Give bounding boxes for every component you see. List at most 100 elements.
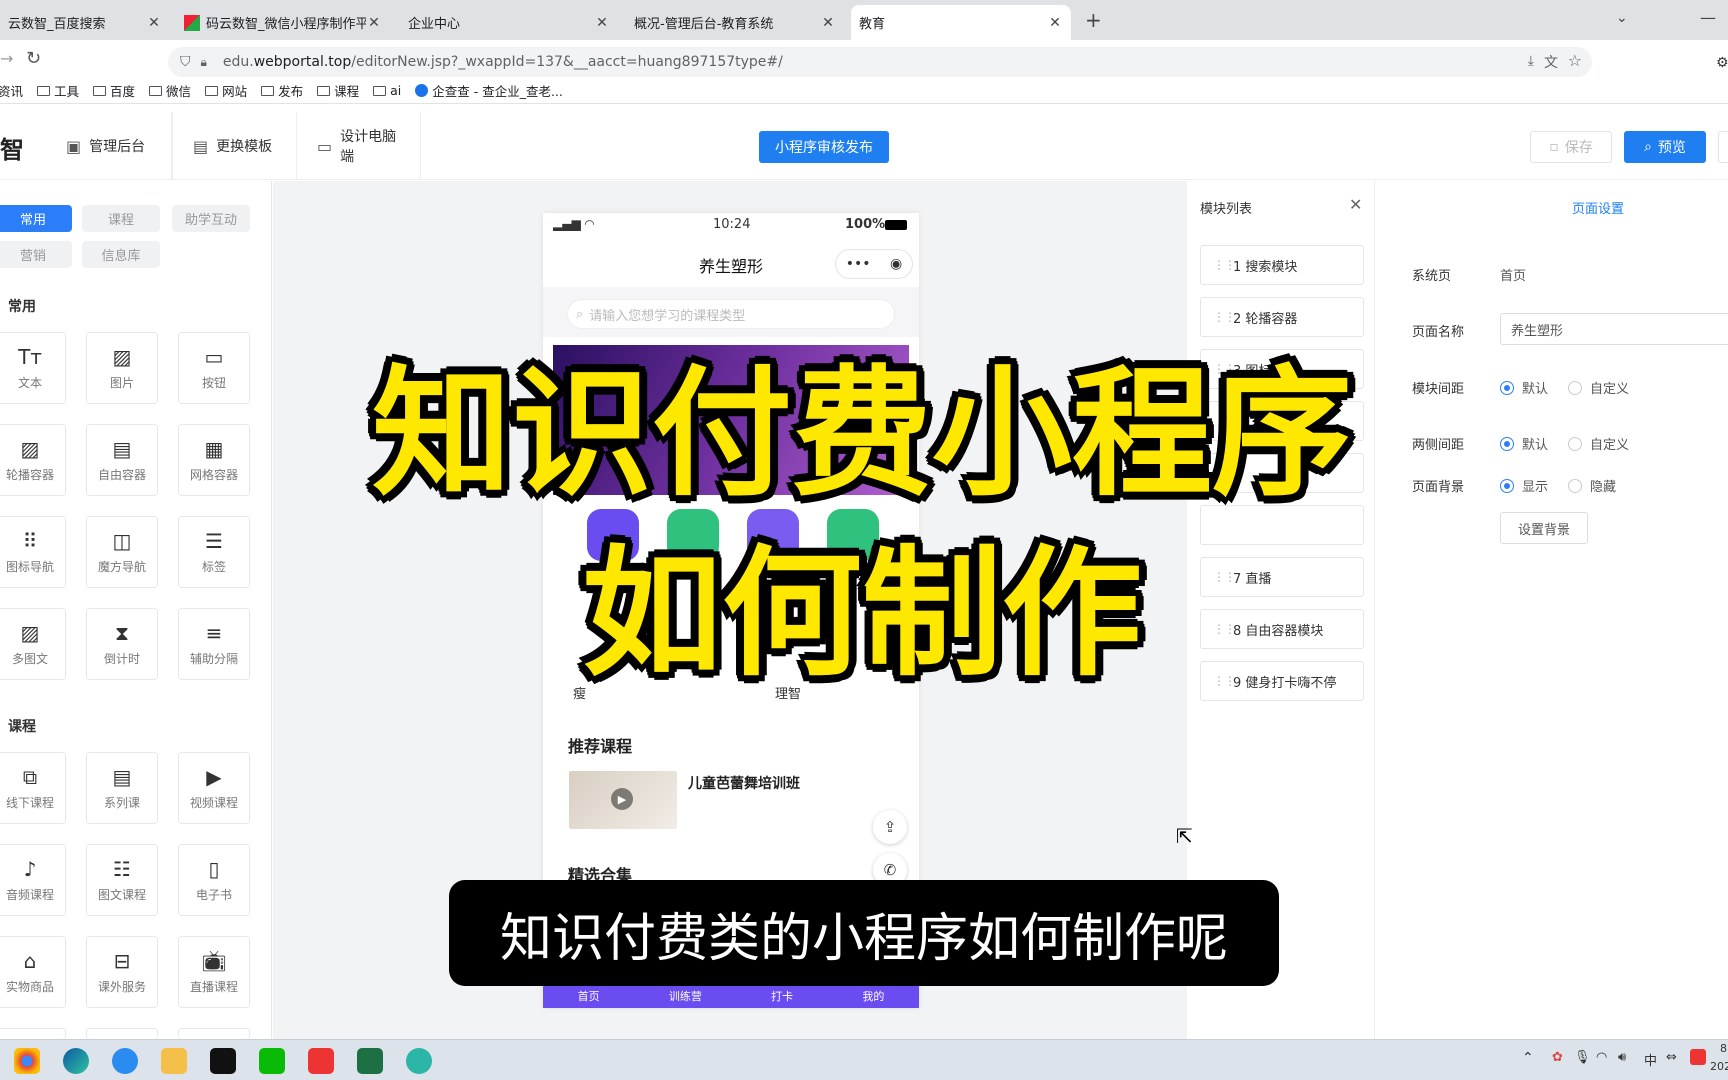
bookmark-folder[interactable]: 课程	[317, 81, 359, 100]
close-tab-icon[interactable]: ✕	[146, 15, 162, 31]
bottom-nav-checkin[interactable]: 打卡	[771, 988, 793, 1004]
minimize-icon[interactable]: —	[1700, 8, 1716, 27]
side-gap-default-radio[interactable]: 默认	[1500, 434, 1548, 453]
comp-grid-container[interactable]: ▦ 网格容器	[178, 424, 250, 496]
tab-interaction[interactable]: 助学互动	[172, 205, 250, 232]
bookmark-folder[interactable]: 微信	[149, 81, 191, 100]
set-background-button[interactable]: 设置背景	[1500, 512, 1588, 544]
video-editor-icon[interactable]	[308, 1048, 334, 1074]
tray-flower-icon[interactable]: ✿	[1552, 1050, 1563, 1065]
comp-cube-nav[interactable]: ◫ 魔方导航	[86, 516, 158, 588]
extension-icon[interactable]: ⚙	[1716, 55, 1728, 71]
tab-list-chevron-icon[interactable]: ⌄	[1616, 10, 1628, 26]
course-name[interactable]: 儿童芭蕾舞培训班	[688, 773, 800, 793]
comp-ebook[interactable]: ▯ 电子书	[178, 844, 250, 916]
forward-icon[interactable]: →	[0, 49, 13, 68]
save-button[interactable]: ▫ 保存	[1530, 131, 1612, 163]
tab-course[interactable]: 课程	[82, 205, 160, 232]
translate-icon[interactable]: 文	[1544, 52, 1558, 72]
comp-physical-goods[interactable]: ⌂ 实物商品	[0, 936, 66, 1008]
bookmark-item[interactable]: 资讯	[0, 81, 23, 100]
reload-icon[interactable]: ↻	[26, 48, 41, 69]
comp-multi-article[interactable]: ▨ 多图文	[0, 608, 66, 680]
module-item[interactable]: ⋮⋮ 1 搜索模块	[1200, 245, 1364, 285]
tray-chevron-icon[interactable]: ⌃	[1522, 1050, 1534, 1066]
sogou-tray-icon[interactable]	[1690, 1049, 1706, 1065]
comp-carousel[interactable]: ▨ 轮播容器	[0, 424, 66, 496]
comp-audio-course[interactable]: ♪ 音频课程	[0, 844, 66, 916]
wifi-icon[interactable]: ◠	[1596, 1050, 1607, 1065]
bottom-nav-mine[interactable]: 我的	[862, 988, 884, 1004]
nav-change-template[interactable]: ▤ 更换模板	[172, 112, 297, 180]
comp-video-course[interactable]: ▶ 视频课程	[178, 752, 250, 824]
qq-icon[interactable]	[210, 1048, 236, 1074]
bookmark-folder[interactable]: 发布	[261, 81, 303, 100]
drag-handle-icon[interactable]: ⋮⋮	[1213, 259, 1236, 271]
close-icon[interactable]: ✕	[1349, 195, 1362, 214]
volume-icon[interactable]: 🔊︎	[1618, 1050, 1626, 1065]
new-tab-button[interactable]: +	[1085, 8, 1102, 32]
browser-tab[interactable]: 云数智_百度搜索 ✕	[0, 5, 170, 40]
comp-free-container[interactable]: ▤ 自由容器	[86, 424, 158, 496]
course-thumbnail[interactable]: ▶	[569, 771, 677, 829]
bookmark-folder[interactable]: 网站	[205, 81, 247, 100]
module-gap-default-radio[interactable]: 默认	[1500, 378, 1548, 397]
chrome-icon[interactable]	[14, 1048, 40, 1074]
browser-tab-active[interactable]: 教育 ✕	[851, 5, 1071, 40]
comp-offline-course[interactable]: ⧉ 线下课程	[0, 752, 66, 824]
close-tab-icon[interactable]: ✕	[594, 15, 610, 31]
bg-show-radio[interactable]: 显示	[1500, 476, 1548, 495]
ime-indicator[interactable]: 中	[1644, 1050, 1657, 1069]
comp-partial[interactable]	[0, 1028, 66, 1039]
bookmark-star-icon[interactable]: ☆	[1568, 51, 1582, 70]
bg-hide-radio[interactable]: 隐藏	[1568, 476, 1616, 495]
sogou-icon[interactable]	[112, 1048, 138, 1074]
app-flower-icon[interactable]	[406, 1048, 432, 1074]
comp-icon-nav[interactable]: ⠿ 图标导航	[0, 516, 66, 588]
comp-series-course[interactable]: ▤ 系列课	[86, 752, 158, 824]
page-settings-tab[interactable]: 页面设置	[1572, 198, 1624, 217]
comp-extra-service[interactable]: ⊟ 课外服务	[86, 936, 158, 1008]
close-tab-icon[interactable]: ✕	[366, 15, 382, 31]
comp-article-course[interactable]: ☷ 图文课程	[86, 844, 158, 916]
comp-tag[interactable]: ☰ 标签	[178, 516, 250, 588]
share-icon[interactable]: ⇪	[873, 810, 907, 844]
browser-tab[interactable]: 码云数智_微信小程序制作平台_ ✕	[176, 5, 390, 40]
publish-button[interactable]: 小程序审核发布	[759, 131, 889, 163]
bookmark-folder[interactable]: ai	[373, 83, 401, 98]
close-tab-icon[interactable]: ✕	[1047, 15, 1063, 31]
bottom-nav-home[interactable]: 首页	[578, 988, 600, 1004]
browser-tab[interactable]: 企业中心 ✕	[400, 5, 618, 40]
url-bar[interactable]: ⛉ 🔒︎ edu.webportal.top/editorNew.jsp?_wx…	[168, 47, 1592, 77]
wechat-icon[interactable]	[259, 1048, 285, 1074]
ime-mode-icon[interactable]: ⇔	[1666, 1050, 1677, 1065]
comp-partial[interactable]	[178, 1028, 250, 1039]
browser-tab[interactable]: 概况-管理后台-教育系统 ✕	[626, 5, 844, 40]
comp-text[interactable]: Tт 文本	[0, 332, 66, 404]
comp-divider[interactable]: ≡ 辅助分隔	[178, 608, 250, 680]
close-tab-icon[interactable]: ✕	[820, 15, 836, 31]
bookmark-folder[interactable]: 百度	[93, 81, 135, 100]
search-input[interactable]: ⌕ 请输入您想学习的课程类型	[567, 299, 895, 329]
file-explorer-icon[interactable]	[161, 1048, 187, 1074]
page-name-input[interactable]: 养生塑形	[1500, 313, 1728, 345]
microphone-icon[interactable]: 🎙︎	[1574, 1050, 1591, 1065]
module-gap-custom-radio[interactable]: 自定义	[1568, 378, 1629, 397]
preview-button[interactable]: ⌕ 预览	[1624, 131, 1706, 163]
side-gap-custom-radio[interactable]: 自定义	[1568, 434, 1629, 453]
drag-handle-icon[interactable]: ⋮⋮	[1213, 311, 1236, 323]
excel-icon[interactable]	[357, 1048, 383, 1074]
comp-image[interactable]: ▨ 图片	[86, 332, 158, 404]
comp-button[interactable]: ▭ 按钮	[178, 332, 250, 404]
nav-admin[interactable]: ▣ 管理后台	[46, 112, 172, 180]
tab-common[interactable]: 常用	[0, 205, 72, 232]
nav-design-pc[interactable]: ▭ 设计电脑端	[297, 112, 421, 180]
bookmark-item[interactable]: 企查查 - 查企业_查老...	[415, 81, 563, 100]
tab-marketing[interactable]: 营销	[0, 241, 72, 268]
comp-countdown[interactable]: ⧗ 倒计时	[86, 608, 158, 680]
install-icon[interactable]: ⤓	[1528, 53, 1534, 69]
comp-live-course[interactable]: 📺︎ 直播课程	[178, 936, 250, 1008]
bookmark-folder[interactable]: 工具	[37, 81, 79, 100]
module-item[interactable]: ⋮⋮ 2 轮播容器	[1200, 297, 1364, 337]
more-button[interactable]	[1718, 131, 1728, 163]
